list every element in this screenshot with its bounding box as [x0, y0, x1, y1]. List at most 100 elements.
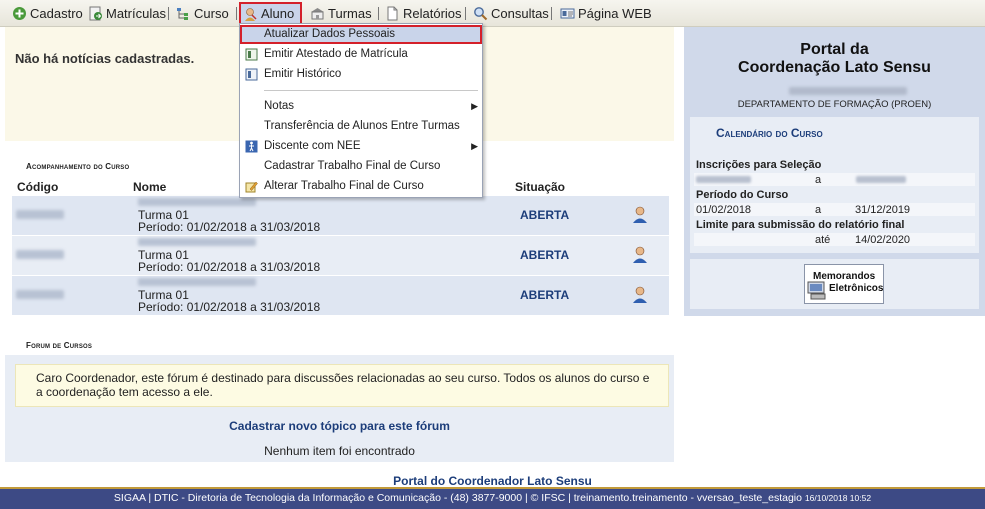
menu-item-emitir-historico[interactable]: Emitir Histórico: [240, 65, 482, 84]
redacted-code: [16, 250, 64, 259]
top-menubar: Cadastro Matrículas Curso Aluno Turmas R…: [0, 0, 985, 27]
menu-curso-label: Curso: [194, 6, 229, 21]
inscricoes-label: Inscrições para Seleção: [696, 159, 822, 171]
row-periodo: Período: 01/02/2018 a 31/03/2018: [138, 300, 321, 314]
menu-aluno-label: Aluno: [261, 6, 295, 21]
news-empty-text: Não há notícias cadastradas.: [15, 51, 195, 66]
menu-consultas-label: Consultas: [491, 6, 549, 21]
menu-item-label: Discente com NEE: [264, 140, 361, 152]
menu-cadastro[interactable]: Cadastro: [10, 3, 83, 24]
menu-item-label: Transferência de Alunos Entre Turmas: [264, 120, 460, 132]
menu-item-notas[interactable]: Notas ▶: [240, 97, 482, 116]
redacted-code: [16, 210, 64, 219]
menu-item-label: Emitir Histórico: [264, 68, 342, 80]
portal-footer-link[interactable]: Portal do Coordenador Lato Sensu: [0, 474, 985, 488]
tree-icon: [177, 8, 188, 20]
computer-icon: [807, 281, 826, 300]
menu-consultas[interactable]: Consultas: [471, 3, 549, 24]
menu-item-cadastrar-tfc[interactable]: Cadastrar Trabalho Final de Curso: [240, 157, 482, 176]
row-situacao: ABERTA: [520, 208, 570, 222]
menu-separator: [236, 7, 237, 20]
redacted-date: [856, 176, 906, 183]
menu-matriculas-label: Matrículas: [106, 6, 166, 21]
forum-message: Caro Coordenador, este fórum é destinado…: [15, 364, 669, 407]
memo-line2: Eletrônicos: [829, 283, 884, 294]
calendar-box: Calendário do Curso Inscrições para Sele…: [690, 117, 979, 253]
menu-item-label: Alterar Trabalho Final de Curso: [264, 180, 424, 192]
row-periodo: Período: 01/02/2018 a 31/03/2018: [138, 260, 321, 274]
menu-relatorios-label: Relatórios: [403, 6, 462, 21]
redacted-course-name: [138, 198, 256, 206]
redacted-course-name: [138, 238, 256, 246]
submenu-arrow-icon: ▶: [471, 101, 478, 111]
menu-separator: [551, 7, 552, 20]
table-row: Turma 01 Período: 01/02/2018 a 31/03/201…: [12, 196, 669, 235]
menu-separator: [465, 7, 466, 20]
table-row: Turma 01 Período: 01/02/2018 a 31/03/201…: [12, 276, 669, 315]
menu-item-label: Atualizar Dados Pessoais: [264, 28, 396, 40]
column-header-situacao: Situação: [515, 180, 566, 194]
person-icon[interactable]: [632, 206, 648, 224]
menu-item-transferencia[interactable]: Transferência de Alunos Entre Turmas: [240, 117, 482, 136]
menu-separator: [378, 7, 379, 20]
memo-box: Memorandos Eletrônicos: [690, 259, 979, 309]
footer-timestamp: 16/10/2018 10:52: [804, 493, 872, 503]
menu-matriculas[interactable]: Matrículas: [86, 3, 166, 24]
menu-cadastro-label: Cadastro: [30, 6, 83, 21]
menu-pagina-web[interactable]: Página WEB: [558, 3, 652, 24]
menu-aluno[interactable]: Aluno: [239, 2, 303, 25]
menu-relatorios[interactable]: Relatórios: [383, 3, 462, 24]
menu-item-discente-nee[interactable]: Discente com NEE ▶: [240, 137, 482, 156]
limite-sep: até: [815, 234, 831, 246]
portal-title: Portal da Coordenação Lato Sensu: [684, 41, 985, 77]
redacted-course-name: [138, 278, 256, 286]
menu-item-label: Cadastrar Trabalho Final de Curso: [264, 160, 441, 172]
limite-line: [694, 233, 975, 246]
menu-divider: [264, 90, 478, 91]
forum-panel: Caro Coordenador, este fórum é destinado…: [5, 355, 674, 462]
footer-bar: SIGAA | DTIC - Diretoria de Tecnologia d…: [0, 487, 985, 509]
column-header-codigo: Código: [17, 180, 59, 194]
footer-text: SIGAA | DTIC - Diretoria de Tecnologia d…: [113, 492, 802, 504]
table-row: Turma 01 Período: 01/02/2018 a 31/03/201…: [12, 236, 669, 275]
portal-title-line2: Coordenação Lato Sensu: [738, 59, 931, 76]
new-topic-link[interactable]: Cadastrar novo tópico para este fórum: [5, 419, 674, 433]
menu-turmas[interactable]: Turmas: [308, 3, 372, 24]
edit-pencil-icon: [245, 181, 258, 193]
menu-item-emitir-atestado[interactable]: Emitir Atestado de Matrícula: [240, 45, 482, 64]
forum-empty-text: Nenhum item foi encontrado: [264, 444, 415, 458]
person-icon[interactable]: [632, 246, 648, 264]
redacted-course-title: [789, 87, 907, 95]
memorandos-button[interactable]: Memorandos Eletrônicos: [804, 264, 884, 304]
menu-item-label: Notas: [264, 100, 295, 112]
menu-item-alterar-tfc[interactable]: Alterar Trabalho Final de Curso: [240, 177, 482, 196]
redacted-date: [696, 176, 751, 183]
portal-title-line1: Portal da: [800, 41, 869, 58]
department-name: DEPARTAMENTO DE FORMAÇÃO (PROEN): [737, 99, 932, 110]
menu-item-atualizar-dados[interactable]: Atualizar Dados Pessoais: [240, 25, 482, 44]
limite-date: 14/02/2020: [855, 234, 911, 246]
menu-separator: [168, 7, 169, 20]
periodo-sep: a: [815, 204, 822, 216]
document-icon: [245, 68, 258, 81]
aluno-dropdown-menu: Atualizar Dados Pessoais Emitir Atestado…: [239, 23, 483, 198]
memo-line1: Memorandos: [813, 271, 876, 282]
column-header-nome: Nome: [133, 180, 167, 194]
forum-title: Forum de Cursos: [26, 341, 93, 350]
periodo-start: 01/02/2018: [696, 204, 752, 216]
limite-label: Limite para submissão do relatório final: [696, 219, 905, 231]
document-arrow-icon: [89, 6, 102, 21]
report-page-icon: [387, 6, 398, 21]
menu-curso[interactable]: Curso: [174, 3, 229, 24]
classroom-icon: [311, 8, 324, 20]
row-periodo: Período: 01/02/2018 a 31/03/2018: [138, 220, 321, 234]
plus-circle-icon: [13, 7, 26, 20]
person-icon[interactable]: [632, 286, 648, 304]
submenu-arrow-icon: ▶: [471, 141, 478, 151]
menu-turmas-label: Turmas: [328, 6, 372, 21]
redacted-code: [16, 290, 64, 299]
portal-panel: Portal da Coordenação Lato Sensu DEPARTA…: [684, 27, 985, 316]
menu-pagina-web-label: Página WEB: [578, 6, 652, 21]
periodo-end: 31/12/2019: [855, 204, 911, 216]
row-situacao: ABERTA: [520, 288, 570, 302]
